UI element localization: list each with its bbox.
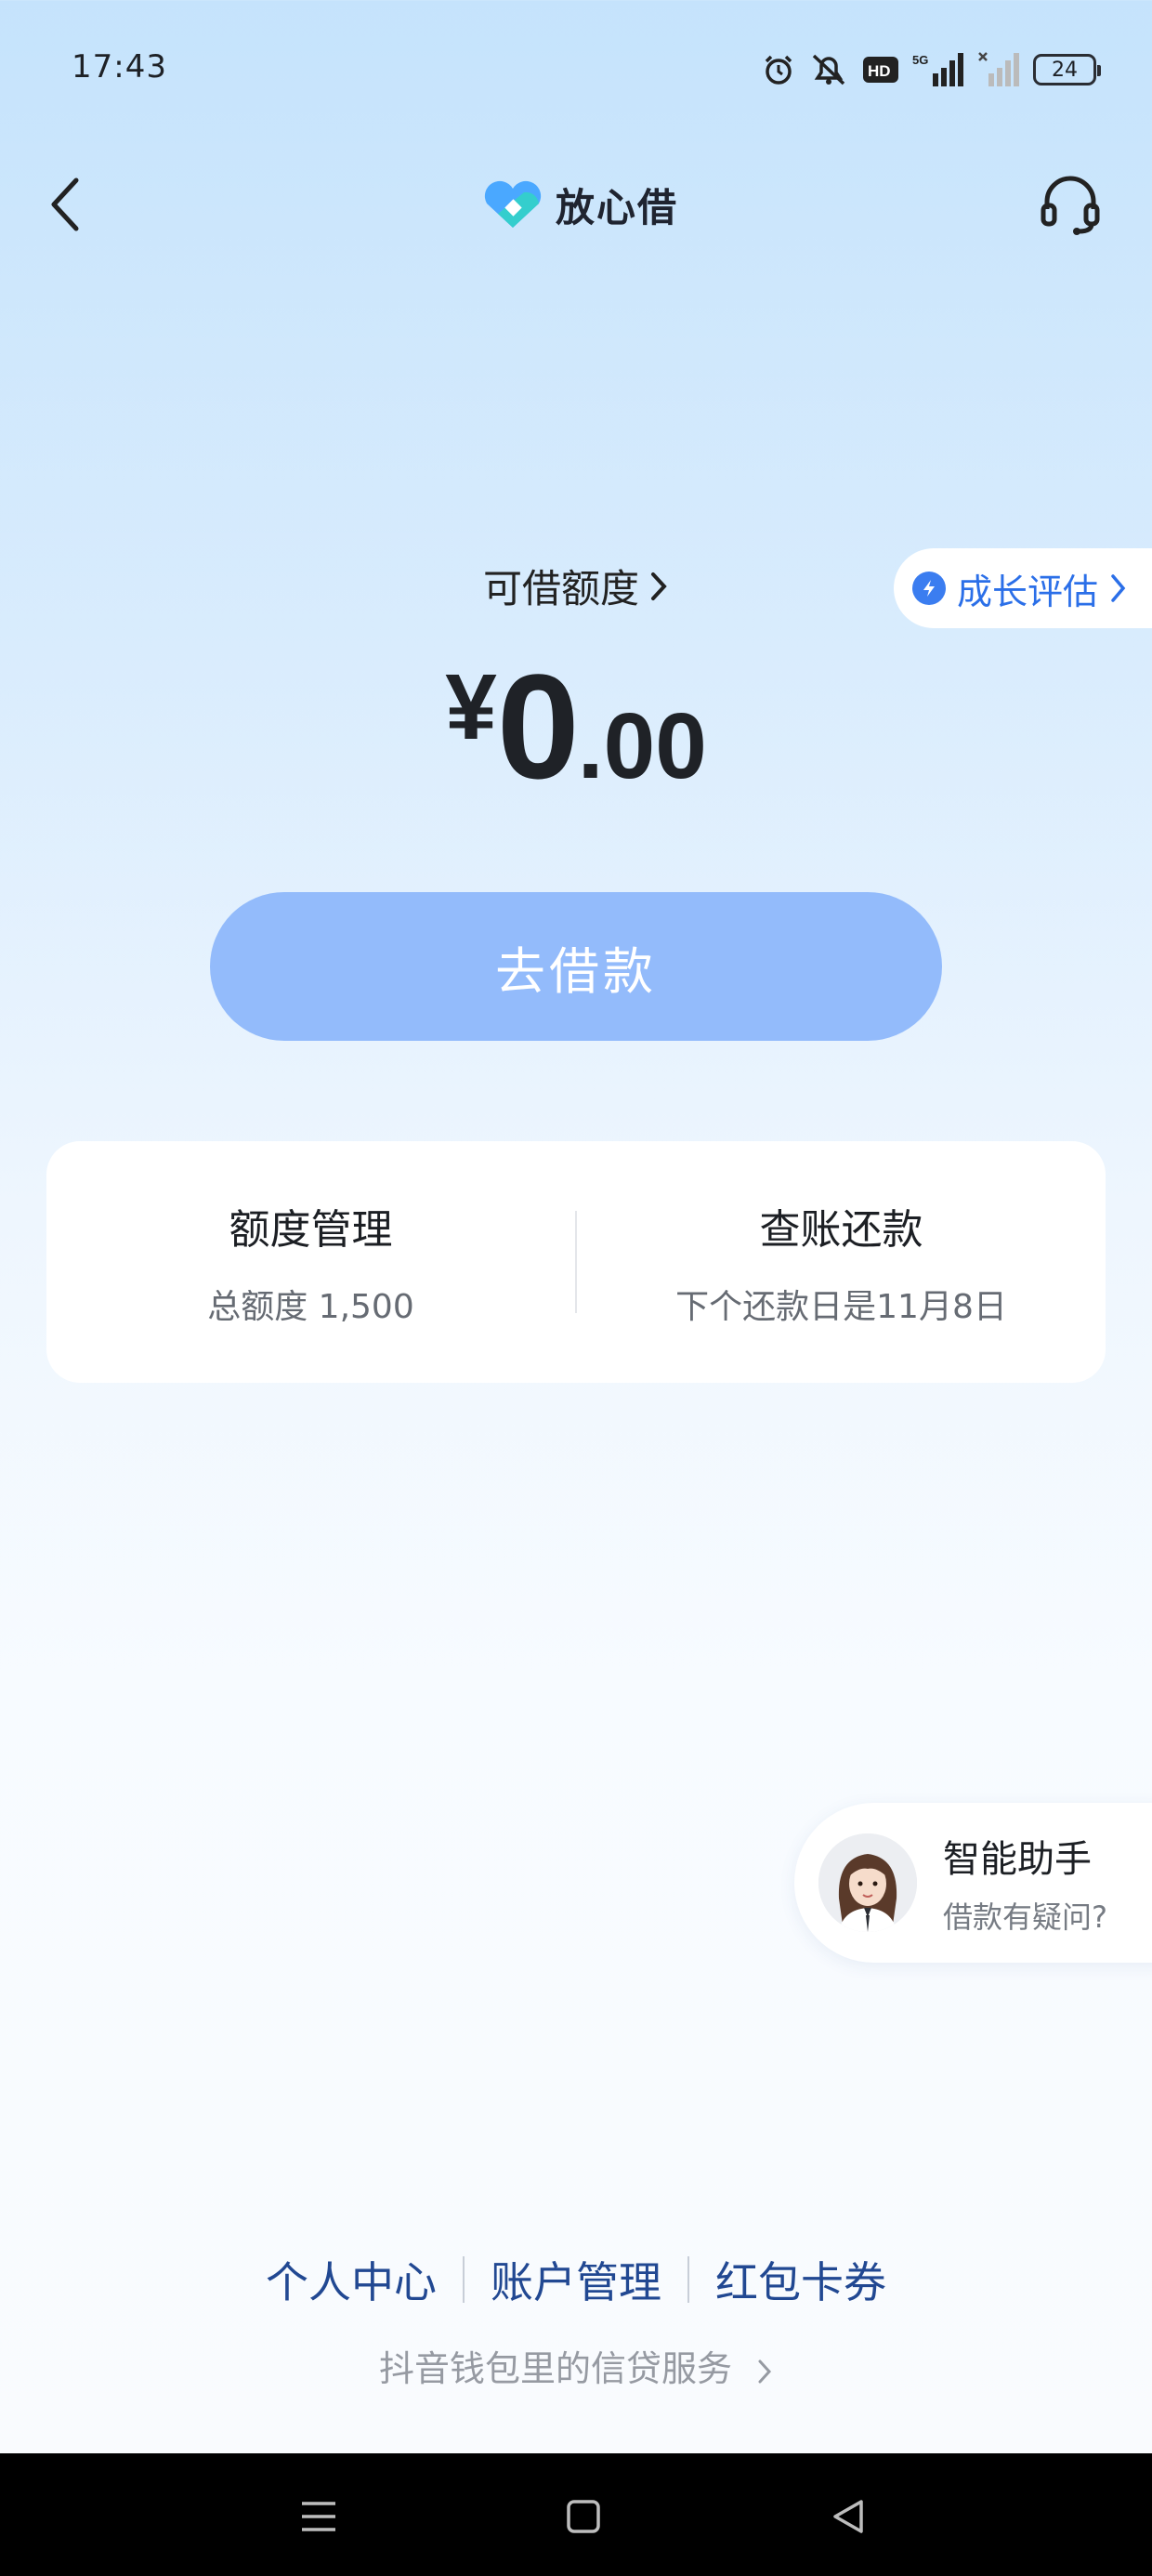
home-button[interactable] xyxy=(556,2491,611,2543)
chevron-right-icon xyxy=(1111,574,1126,602)
signal-network-label: 5G xyxy=(912,53,928,67)
amount-integer: 0 xyxy=(496,643,580,809)
triangle-back-icon xyxy=(833,2500,863,2533)
chevron-left-icon xyxy=(51,177,79,231)
bill-repayment-entry[interactable]: 查账还款 下个还款日是11月8日 xyxy=(577,1141,1106,1383)
home-icon xyxy=(567,2500,600,2533)
available-credit-label: 可借额度 xyxy=(482,566,639,611)
growth-assessment-label: 成长评估 xyxy=(957,571,1099,612)
chevron-right-icon xyxy=(758,2359,772,2383)
battery-level: 24 xyxy=(1033,54,1101,85)
coupons-link[interactable]: 红包卡券 xyxy=(689,2249,912,2310)
hd-icon: HD xyxy=(862,49,899,90)
smart-assistant-button[interactable]: 智能助手 借款有疑问? xyxy=(794,1803,1152,1963)
currency-symbol: ¥ xyxy=(445,655,497,759)
wallet-credit-service-link[interactable]: 抖音钱包里的信贷服务 xyxy=(0,2340,1152,2391)
amount-decimal: .00 xyxy=(577,694,707,798)
menu-button[interactable] xyxy=(291,2491,347,2543)
bell-off-icon xyxy=(808,49,849,90)
nav-bar: 放心借 xyxy=(0,158,1152,251)
battery-icon: 24 xyxy=(1033,49,1101,90)
back-button[interactable] xyxy=(37,172,93,237)
brand: 放心借 xyxy=(481,175,678,234)
available-credit-amount: ¥0.00 xyxy=(0,641,1152,812)
total-credit-text: 总额度 1,500 xyxy=(207,1288,414,1326)
available-credit-link[interactable]: 可借额度 xyxy=(483,558,669,614)
system-navigation-bar xyxy=(0,2453,1152,2576)
assistant-title: 智能助手 xyxy=(943,1838,1092,1881)
next-repayment-date-text: 下个还款日是11月8日 xyxy=(675,1288,1007,1326)
credit-management-entry[interactable]: 额度管理 总额度 1,500 xyxy=(46,1141,575,1383)
status-icons: HD 5G 24 xyxy=(762,46,1101,93)
borrow-button[interactable]: 去借款 xyxy=(210,892,942,1041)
bill-repayment-title: 查账还款 xyxy=(759,1206,923,1254)
personal-center-link[interactable]: 个人中心 xyxy=(240,2249,463,2310)
status-bar: 17:43 HD 5G 24 xyxy=(0,0,1152,139)
chevron-right-icon xyxy=(651,572,667,600)
status-time: 17:43 xyxy=(72,48,167,85)
assistant-subtitle: 借款有疑问? xyxy=(943,1899,1107,1935)
growth-assessment-button[interactable]: 成长评估 xyxy=(894,548,1152,628)
back-system-button[interactable] xyxy=(820,2491,876,2543)
menu-icon xyxy=(302,2502,335,2531)
wallet-credit-service-label: 抖音钱包里的信贷服务 xyxy=(378,2348,732,2389)
credit-management-title: 额度管理 xyxy=(229,1206,393,1254)
alarm-icon xyxy=(762,49,795,90)
signal-5g-icon: 5G xyxy=(912,49,964,90)
assistant-avatar xyxy=(818,1833,917,1932)
brand-heart-logo-icon xyxy=(484,180,542,228)
account-management-link[interactable]: 账户管理 xyxy=(465,2249,687,2310)
page-title: 放心借 xyxy=(556,184,679,230)
signal-weak-icon xyxy=(977,49,1020,90)
lightning-icon xyxy=(912,572,946,605)
customer-service-button[interactable] xyxy=(1033,167,1107,242)
footer-links: 个人中心 账户管理 红包卡券 xyxy=(0,2249,1152,2310)
svg-text:HD: HD xyxy=(868,62,891,80)
summary-card: 额度管理 总额度 1,500 查账还款 下个还款日是11月8日 xyxy=(46,1141,1106,1383)
headset-icon xyxy=(1041,176,1100,235)
assistant-text: 智能助手 借款有疑问? xyxy=(943,1829,1107,1937)
